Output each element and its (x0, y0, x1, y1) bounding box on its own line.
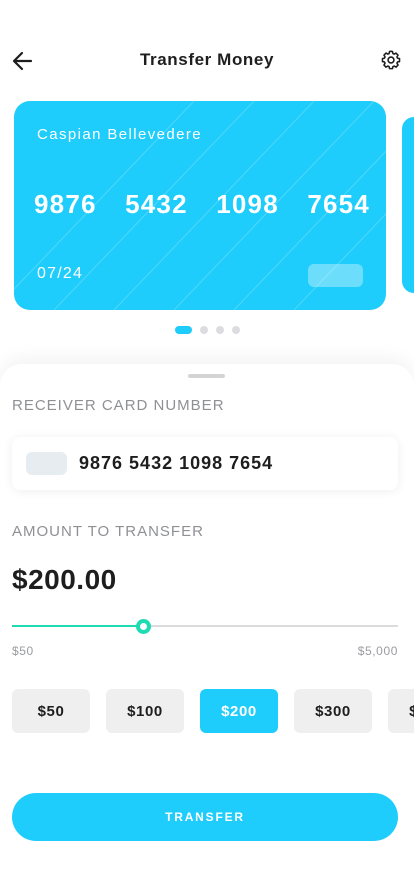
card-chip (308, 264, 363, 287)
page-title: Transfer Money (139, 50, 275, 69)
transfer-sheet: RECEIVER CARD NUMBER 9876 5432 1098 7654… (0, 364, 414, 896)
quick-amount-option[interactable]: $100 (106, 689, 184, 733)
card-thumbnail-icon (26, 452, 67, 475)
card-number-group: 7654 (307, 189, 370, 219)
slider-min-label: $50 (12, 644, 34, 658)
amount-slider[interactable] (12, 619, 398, 634)
card-number-group: 1098 (216, 189, 279, 219)
settings-button[interactable] (380, 49, 402, 71)
card-carousel[interactable]: Caspian Bellevedere 9876 5432 1098 7654 … (0, 100, 414, 312)
card-number-group: 5432 (125, 189, 188, 219)
amount-value: $200.00 (12, 564, 117, 595)
next-card-peek[interactable] (402, 117, 414, 293)
transfer-button[interactable]: TRANSFER (12, 793, 398, 841)
card-expiry: 07/24 (37, 265, 84, 282)
amount-label: AMOUNT TO TRANSFER (12, 523, 204, 540)
quick-amount-option[interactable]: $500 (388, 689, 414, 733)
receiver-card-input[interactable]: 9876 5432 1098 7654 (12, 437, 398, 490)
pagination-dot[interactable] (200, 325, 208, 334)
quick-amount-option[interactable]: $200 (200, 689, 278, 733)
pagination-dot[interactable] (232, 325, 240, 334)
sheet-drag-handle[interactable] (188, 374, 225, 378)
pagination-dot[interactable] (175, 325, 192, 334)
pagination-dot[interactable] (216, 325, 224, 334)
quick-amount-option[interactable]: $50 (12, 689, 90, 733)
slider-fill (12, 625, 143, 627)
payment-card[interactable]: Caspian Bellevedere 9876 5432 1098 7654 … (14, 101, 386, 310)
gear-icon (381, 50, 401, 70)
app-header: Transfer Money (0, 40, 414, 80)
carousel-pagination (175, 325, 248, 334)
slider-thumb[interactable] (136, 619, 151, 634)
card-number-group: 9876 (34, 189, 97, 219)
quick-amount-option[interactable]: $300 (294, 689, 372, 733)
slider-max-label: $5,000 (357, 644, 398, 658)
card-holder-name: Caspian Bellevedere (37, 126, 203, 143)
receiver-label: RECEIVER CARD NUMBER (12, 397, 225, 414)
receiver-card-value: 9876 5432 1098 7654 (79, 453, 274, 473)
quick-amount-options: $50 $100 $200 $300 $500 (12, 689, 414, 733)
card-number: 9876 5432 1098 7654 (34, 189, 370, 220)
